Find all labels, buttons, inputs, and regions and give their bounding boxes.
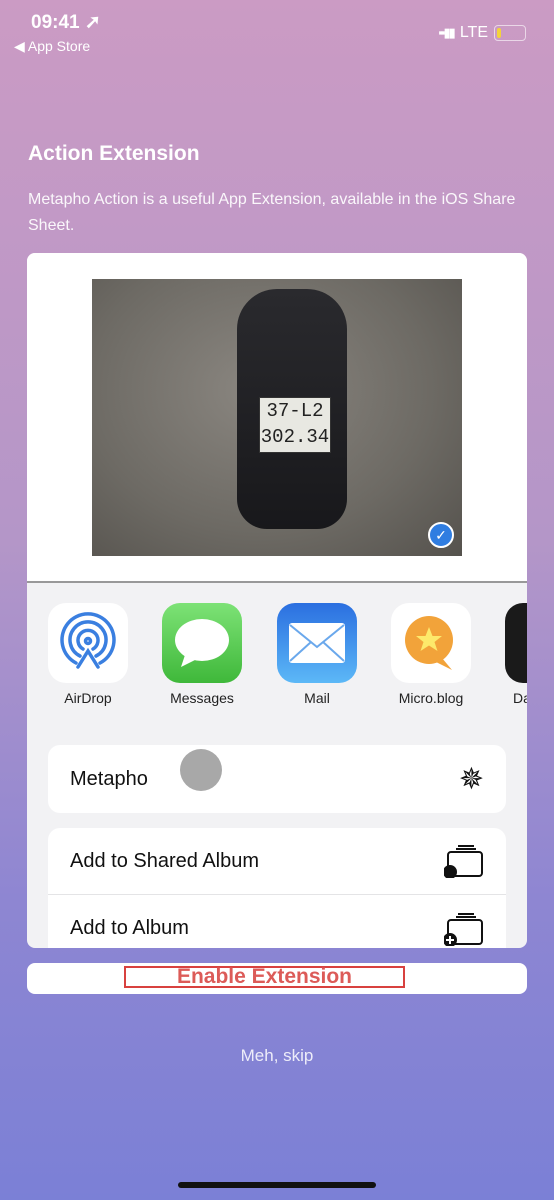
share-sheet-preview: 37-L2 302.34 ✓ AirDrop Messages Mail Micr…: [27, 253, 527, 948]
action-add-to-shared-album[interactable]: Add to Shared Album: [48, 828, 506, 895]
home-indicator[interactable]: [178, 1182, 376, 1188]
shared-album-icon: [444, 845, 483, 878]
share-app-mail[interactable]: Mail: [277, 603, 357, 706]
messages-icon: [162, 603, 242, 683]
action-label: Add to Shared Album: [70, 849, 260, 872]
share-app-messages[interactable]: Messages: [162, 603, 242, 706]
app-label: Mail: [304, 690, 330, 706]
page-description: Metapho Action is a useful App Extension…: [28, 191, 516, 234]
app-label: AirDrop: [64, 690, 112, 706]
status-time: 09:41 ➚: [31, 11, 101, 34]
mail-icon: [277, 603, 357, 683]
time-text: 09:41: [31, 12, 80, 33]
license-plate: 37-L2 302.34: [259, 397, 331, 453]
battery-icon: [494, 25, 526, 41]
status-indicators: ▪▪▮▮ LTE: [438, 24, 526, 42]
app-icon: [505, 603, 527, 683]
signal-icon: ▪▪▮▮: [438, 25, 455, 40]
enable-extension-button[interactable]: Enable Extension: [27, 963, 527, 994]
plate-line-1: 37-L2: [266, 400, 324, 422]
photo-thumbnail[interactable]: 37-L2 302.34 ✓: [92, 279, 462, 556]
app-label: Messages: [170, 690, 234, 706]
share-app-microblog[interactable]: Micro.blog: [391, 603, 471, 706]
app-label: Da: [513, 690, 527, 706]
airdrop-icon: [48, 603, 128, 683]
page-title: Action Extension: [28, 142, 200, 165]
share-app-partial[interactable]: Da: [505, 603, 527, 706]
share-app-airdrop[interactable]: AirDrop: [48, 603, 128, 706]
location-icon: ➚: [84, 12, 101, 33]
touch-indicator: [180, 749, 222, 791]
back-to-app-store[interactable]: ◀ App Store: [14, 38, 90, 55]
network-label: LTE: [459, 24, 488, 41]
add-album-icon: [444, 912, 483, 946]
action-add-to-album[interactable]: Add to Album: [48, 895, 506, 948]
checkmark-icon: ✓: [428, 522, 454, 548]
plate-line-2: 302.34: [260, 426, 330, 448]
enable-extension-label: Enable Extension: [124, 966, 405, 988]
app-label: Micro.blog: [398, 690, 464, 706]
skip-link[interactable]: Meh, skip: [0, 1046, 554, 1066]
photo-area: 37-L2 302.34 ✓: [27, 253, 527, 583]
microblog-icon: [391, 603, 471, 683]
metapho-star-icon: ✵: [458, 762, 484, 796]
action-label: Add to Album: [70, 917, 189, 939]
action-label: Metapho: [70, 767, 148, 790]
action-metapho[interactable]: Metapho ✵: [48, 745, 506, 813]
